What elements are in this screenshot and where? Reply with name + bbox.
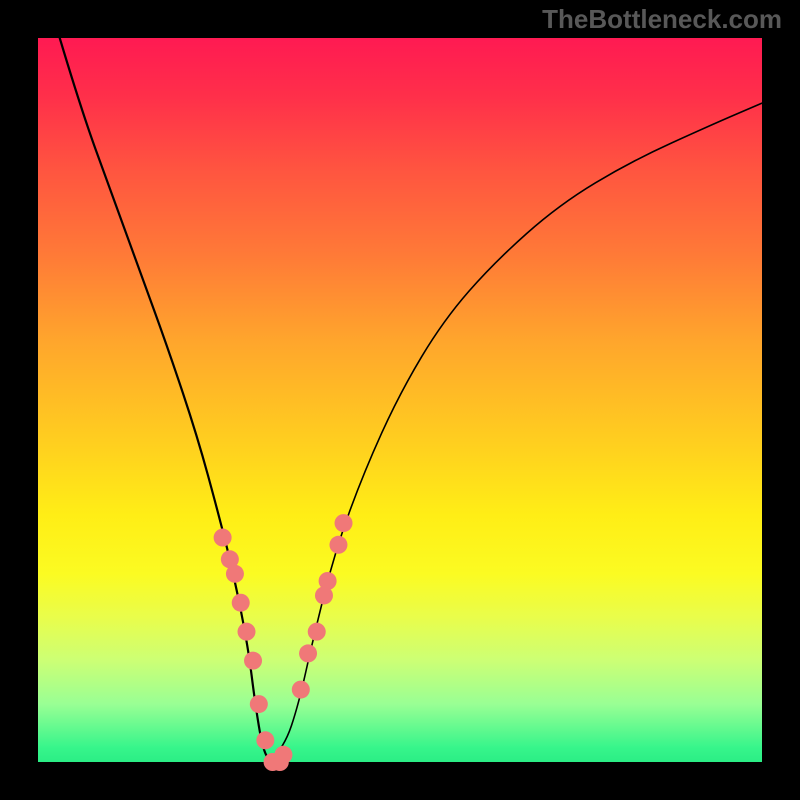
marker-group	[214, 514, 353, 771]
data-marker	[329, 536, 347, 554]
data-marker	[308, 623, 326, 641]
data-marker	[232, 594, 250, 612]
data-marker	[214, 529, 232, 547]
data-marker	[274, 746, 292, 764]
watermark-text: TheBottleneck.com	[542, 4, 782, 35]
data-marker	[256, 731, 274, 749]
data-marker	[292, 681, 310, 699]
chart-frame: TheBottleneck.com	[0, 0, 800, 800]
data-marker	[319, 572, 337, 590]
curve-left-branch	[60, 38, 270, 762]
data-marker	[244, 652, 262, 670]
bottleneck-curve-svg	[38, 38, 762, 762]
data-marker	[299, 644, 317, 662]
curve-right-branch	[270, 103, 762, 762]
data-marker	[250, 695, 268, 713]
data-marker	[226, 565, 244, 583]
data-marker	[238, 623, 256, 641]
plot-area	[38, 38, 762, 762]
data-marker	[335, 514, 353, 532]
